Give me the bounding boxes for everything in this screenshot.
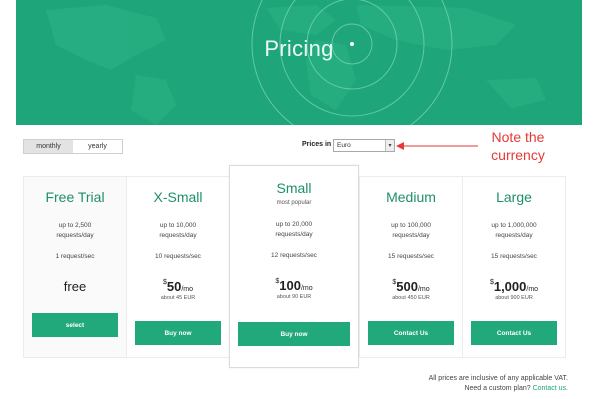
currency-select[interactable]: Euro ▾ xyxy=(333,139,395,152)
plan-price: $1,000/mo xyxy=(463,278,565,294)
plan-requests-unit: requests/day xyxy=(495,232,533,239)
plan-badge-most-popular: most popular xyxy=(276,200,312,206)
plan-requests-limit: up to 1,000,000 xyxy=(491,222,537,229)
annotation-arrow-icon xyxy=(396,142,478,150)
plan-requests-unit: requests/day xyxy=(159,232,197,239)
plan-card-small: Small most popular up to 20,000 requests… xyxy=(229,165,359,368)
plan-price-period: /mo xyxy=(417,286,430,293)
plan-name: Free Trial xyxy=(45,189,105,205)
plan-requests-unit: requests/day xyxy=(392,232,430,239)
plan-price: $500/mo xyxy=(360,278,462,294)
plan-requests-limit: up to 2,500 xyxy=(58,222,92,229)
plan-card-medium: Medium up to 100,000 requests/day 15 req… xyxy=(359,176,463,358)
currency-selected-value: Euro xyxy=(337,142,351,149)
plan-rate: 10 requests/sec xyxy=(155,253,201,260)
buy-x-small-button[interactable]: Buy now xyxy=(135,321,221,345)
plan-converted-price: about 90 EUR xyxy=(276,294,312,300)
pricing-footnote: All prices are inclusive of any applicab… xyxy=(429,374,568,394)
plan-price-amount: free xyxy=(63,279,87,294)
pricing-hero-banner: Pricing xyxy=(16,0,582,125)
plan-currency-symbol: $ xyxy=(392,279,397,286)
dropdown-arrow-icon[interactable]: ▾ xyxy=(385,140,394,151)
plan-price-amount: 100 xyxy=(279,278,301,293)
plan-price: $100/mo xyxy=(230,277,358,293)
plan-rate: 1 request/sec xyxy=(55,253,95,260)
plan-converted-price: about 45 EUR xyxy=(160,295,196,301)
page-title: Pricing xyxy=(264,36,334,61)
plan-converted-price: about 900 EUR xyxy=(495,295,533,301)
select-free-trial-button[interactable]: select xyxy=(32,313,118,337)
plan-name: X-Small xyxy=(153,189,203,205)
plan-currency-symbol: $ xyxy=(489,279,494,286)
plan-requests-limit: up to 20,000 xyxy=(275,221,313,228)
annotation-line-2: currency xyxy=(491,147,545,163)
plan-price-amount: 500 xyxy=(396,279,418,294)
plan-converted-price: about 450 EUR xyxy=(392,295,430,301)
billing-period-toggle[interactable]: monthly yearly xyxy=(23,139,123,154)
plan-requests-unit: requests/day xyxy=(56,232,94,239)
buy-small-button[interactable]: Buy now xyxy=(238,322,350,346)
plan-price: free xyxy=(24,278,126,294)
plan-requests: up to 20,000 requests/day xyxy=(230,220,358,240)
contact-us-medium-button[interactable]: Contact Us xyxy=(368,321,454,345)
plan-currency-symbol: $ xyxy=(162,279,167,286)
world-map-background xyxy=(46,0,546,125)
plan-rate: 15 requests/sec xyxy=(388,253,434,260)
plan-currency-symbol: $ xyxy=(275,278,280,285)
plan-price-amount: 50 xyxy=(166,279,182,294)
plan-card-free-trial: Free Trial up to 2,500 requests/day 1 re… xyxy=(23,176,127,358)
contact-us-large-button[interactable]: Contact Us xyxy=(471,321,557,345)
plan-price-period: /mo xyxy=(181,286,194,293)
plan-price: $50/mo xyxy=(127,278,229,294)
plan-card-large: Large up to 1,000,000 requests/day 15 re… xyxy=(462,176,566,358)
plan-requests: up to 1,000,000 requests/day xyxy=(463,221,565,241)
plan-name: Large xyxy=(496,189,532,205)
plan-requests-unit: requests/day xyxy=(275,231,313,238)
billing-yearly-option[interactable]: yearly xyxy=(73,140,122,153)
custom-plan-note: Need a custom plan? Contact us. xyxy=(429,384,568,394)
currency-label: Prices in xyxy=(302,141,332,148)
plan-price-period: /mo xyxy=(300,285,313,292)
plan-price-amount: 1,000 xyxy=(493,279,527,294)
custom-plan-text: Need a custom plan? xyxy=(464,385,531,392)
plan-requests: up to 10,000 requests/day xyxy=(127,221,229,241)
plan-name: Small xyxy=(276,180,312,196)
plan-requests: up to 100,000 requests/day xyxy=(360,221,462,241)
billing-monthly-option[interactable]: monthly xyxy=(24,140,73,153)
plan-name: Medium xyxy=(386,189,436,205)
plan-card-x-small: X-Small up to 10,000 requests/day 10 req… xyxy=(126,176,230,358)
plan-price-period: /mo xyxy=(526,286,539,293)
vat-note: All prices are inclusive of any applicab… xyxy=(428,375,568,382)
contact-us-link[interactable]: Contact us. xyxy=(533,385,568,392)
currency-annotation: Note the currency xyxy=(478,128,558,164)
plan-rate: 15 requests/sec xyxy=(491,253,537,260)
plan-requests: up to 2,500 requests/day xyxy=(24,221,126,241)
plan-rate: 12 requests/sec xyxy=(271,252,317,259)
plan-requests-limit: up to 100,000 xyxy=(391,222,431,229)
annotation-line-1: Note the xyxy=(491,129,545,145)
plan-requests-limit: up to 10,000 xyxy=(159,222,197,229)
